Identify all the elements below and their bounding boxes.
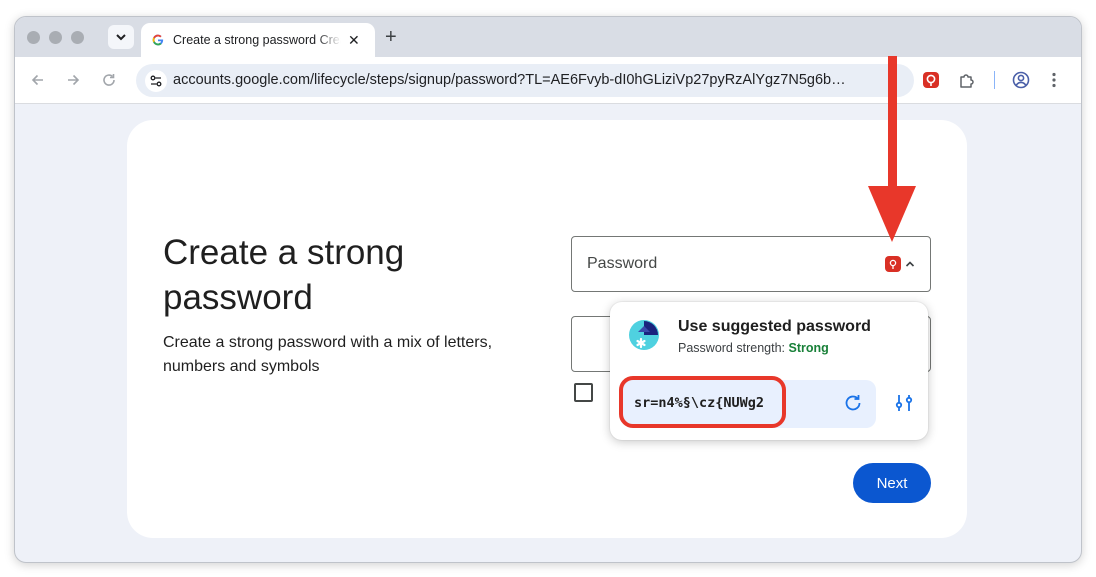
active-tab[interactable]: Create a strong password Create a strong… xyxy=(141,23,375,57)
browser-menu-icon[interactable] xyxy=(1044,70,1064,90)
password-label: Password xyxy=(587,255,658,272)
chevron-up-icon[interactable] xyxy=(904,258,916,270)
title-bar: Create a strong password Create a strong… xyxy=(15,17,1081,57)
reload-button[interactable] xyxy=(98,69,120,91)
tab-title: Create a strong password Create a strong… xyxy=(173,33,341,47)
tab-close-icon[interactable]: ✕ xyxy=(348,31,360,49)
password-manager-extension-icon[interactable] xyxy=(921,70,941,90)
reload-icon xyxy=(103,74,115,86)
password-manager-logo-icon xyxy=(629,320,659,350)
new-tab-button[interactable]: + xyxy=(385,26,397,48)
popup-title: Use suggested password xyxy=(678,318,871,335)
minimize-window-button[interactable] xyxy=(49,31,62,44)
strength-label: Password strength: xyxy=(678,341,785,355)
browser-window: Create a strong password Create a strong… xyxy=(14,16,1082,563)
close-window-button[interactable] xyxy=(27,31,40,44)
chevron-down-icon xyxy=(116,34,126,41)
suggested-password-highlight xyxy=(619,376,786,428)
back-button[interactable] xyxy=(27,69,49,91)
site-settings-icon[interactable] xyxy=(145,70,167,92)
key-icon[interactable] xyxy=(885,256,901,272)
extensions-puzzle-icon[interactable] xyxy=(957,70,977,90)
tab-search-button[interactable] xyxy=(108,25,134,49)
arrow-down-icon xyxy=(868,56,916,242)
address-bar[interactable]: accounts.google.com/lifecycle/steps/sign… xyxy=(136,64,914,97)
url-text: accounts.google.com/lifecycle/steps/sign… xyxy=(173,72,846,88)
page-description: Create a strong password with a mix of l… xyxy=(163,334,493,375)
toolbar-divider xyxy=(994,71,995,89)
signup-card: Create a strong password Create a strong… xyxy=(127,120,967,538)
tab-title-fade xyxy=(317,31,341,51)
zoom-window-button[interactable] xyxy=(71,31,84,44)
arrow-right-icon xyxy=(68,74,80,86)
next-button[interactable]: Next xyxy=(853,463,931,503)
strength-value: Strong xyxy=(788,341,829,355)
google-g-icon xyxy=(152,34,164,46)
password-field[interactable]: Password xyxy=(571,236,931,292)
page-title: Create a strong password xyxy=(163,233,405,317)
show-password-checkbox[interactable] xyxy=(574,383,593,402)
password-strength: Password strength: Strong xyxy=(678,341,829,355)
refresh-icon[interactable] xyxy=(842,392,864,414)
forward-button[interactable] xyxy=(62,69,84,91)
arrow-left-icon xyxy=(31,74,43,86)
password-settings-icon[interactable] xyxy=(893,392,915,414)
profile-avatar-icon[interactable] xyxy=(1011,70,1031,90)
browser-toolbar: accounts.google.com/lifecycle/steps/sign… xyxy=(15,57,1081,104)
